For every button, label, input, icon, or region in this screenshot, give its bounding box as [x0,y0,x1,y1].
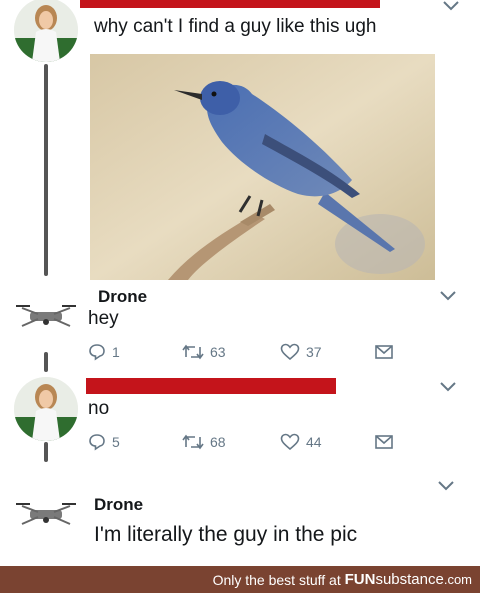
like-count: 44 [306,434,322,450]
redacted-username [86,378,336,394]
like-button[interactable]: 37 [280,342,322,362]
tweet-text: why can't I find a guy like this ugh [94,16,377,37]
like-icon [280,343,300,361]
blue-bird-photo [90,54,435,280]
footer-brand-rest: substance [375,571,444,588]
avatar-drone-1[interactable] [14,284,78,348]
reply-button[interactable]: 5 [88,432,120,452]
retweet-button[interactable]: 63 [182,342,226,362]
reply-text: I'm literally the guy in the pic [94,523,358,546]
retweet-count: 63 [210,344,226,360]
woman-avatar-icon [14,377,78,441]
reply-icon [89,344,105,361]
reply-text: hey [88,308,119,329]
like-count: 37 [306,344,322,360]
retweet-button[interactable]: 68 [182,432,226,452]
retweet-icon [182,434,204,450]
avatar-woman-2[interactable] [14,377,78,441]
reply-button[interactable]: 1 [88,342,120,362]
author-name[interactable]: Drone [98,287,147,307]
like-button[interactable]: 44 [280,432,322,452]
retweet-icon [182,344,204,360]
thread-line-2 [44,352,48,372]
chevron-down-icon[interactable] [437,480,455,492]
tweet-image[interactable] [90,54,435,280]
footer-brand-tld: .com [443,572,472,587]
chevron-down-icon[interactable] [442,0,460,12]
chevron-down-icon[interactable] [439,381,457,393]
reply-count: 5 [112,434,120,450]
footer-prefix: Only the best stuff at [212,571,345,588]
woman-avatar-icon [14,0,78,62]
share-icon [375,345,393,359]
drone-avatar-icon [16,305,76,327]
thread-line-1 [44,64,48,276]
share-button[interactable] [374,342,394,362]
reply-icon [89,434,105,451]
avatar-drone-2[interactable] [14,482,78,546]
share-icon [375,435,393,449]
watermark-footer: Only the best stuff at FUN substance .co… [0,566,480,593]
redacted-username-top [80,0,380,8]
chevron-down-icon[interactable] [439,290,457,302]
avatar-woman-top[interactable] [14,0,78,62]
footer-brand-bold: FUN [344,571,376,588]
author-name[interactable]: Drone [94,495,143,515]
drone-avatar-icon [16,503,76,525]
reply-count: 1 [112,344,120,360]
like-icon [280,433,300,451]
thread-line-3 [44,442,48,462]
retweet-count: 68 [210,434,226,450]
reply-text: no [88,398,110,419]
share-button[interactable] [374,432,394,452]
